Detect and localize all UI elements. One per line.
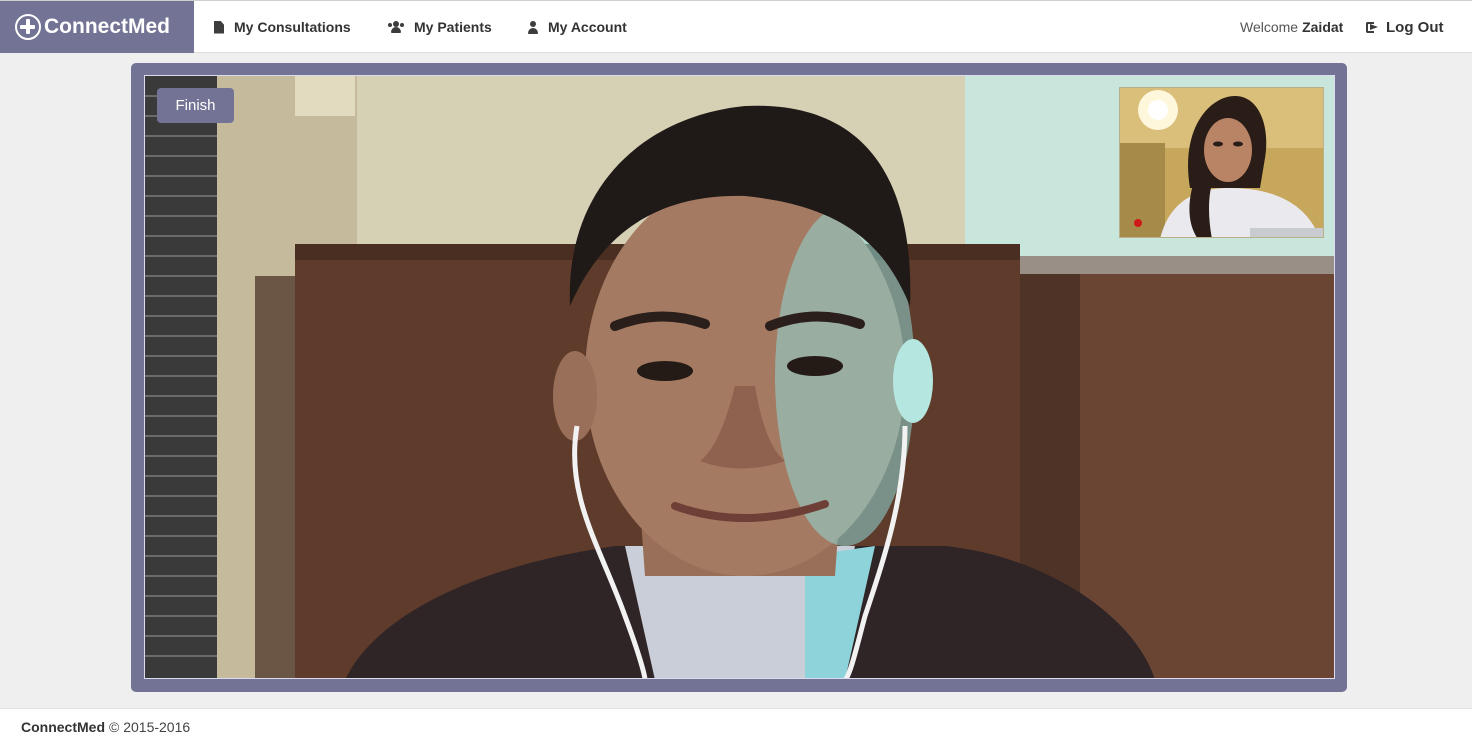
welcome-username: Zaidat	[1302, 19, 1344, 35]
top-navbar: ConnectMed My Consultations My Patients …	[0, 0, 1472, 53]
welcome-message: Welcome Zaidat	[1240, 1, 1343, 53]
footer-copyright: © 2015-2016	[109, 718, 191, 735]
logout-button[interactable]: Log Out	[1366, 1, 1443, 53]
logout-label: Log Out	[1386, 18, 1444, 36]
nav-item-label: My Patients	[414, 19, 492, 35]
finish-call-button[interactable]: Finish	[157, 88, 234, 123]
nav-item-label: My Account	[548, 19, 627, 35]
brand-logo[interactable]: ConnectMed	[0, 1, 194, 53]
nav-item-my-patients[interactable]: My Patients	[388, 1, 492, 53]
file-icon	[214, 20, 224, 34]
nav-item-my-consultations[interactable]: My Consultations	[214, 1, 351, 53]
welcome-prefix: Welcome	[1240, 19, 1299, 35]
self-view-image	[1120, 88, 1323, 237]
video-call-frame: Finish	[131, 63, 1347, 692]
footer: ConnectMed © 2015-2016	[0, 708, 1472, 744]
users-icon	[388, 21, 404, 33]
remote-video: Finish	[144, 75, 1335, 679]
nav-item-label: My Consultations	[234, 19, 351, 35]
nav-item-my-account[interactable]: My Account	[528, 1, 627, 53]
self-view-video[interactable]	[1119, 87, 1324, 238]
brand-name: ConnectMed	[44, 15, 170, 38]
user-icon	[528, 20, 538, 34]
medical-cross-icon	[15, 14, 41, 40]
sign-out-icon	[1366, 21, 1378, 33]
footer-brand: ConnectMed	[21, 718, 105, 735]
